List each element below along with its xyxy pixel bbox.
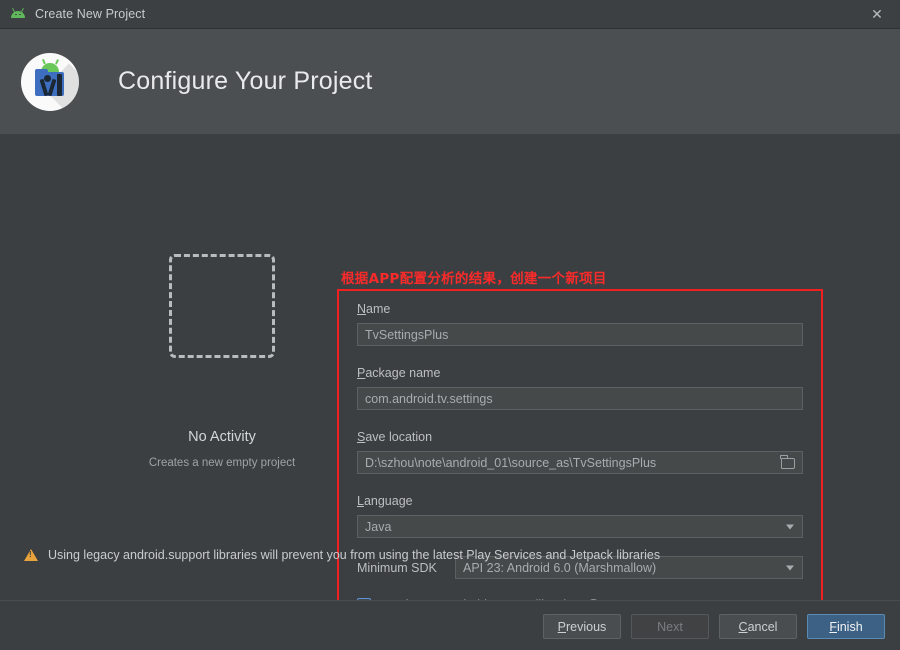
dialog-footer: Previous Next Cancel Finish	[0, 600, 900, 650]
dialog-body: No Activity Creates a new empty project …	[0, 134, 900, 641]
create-new-project-dialog: Create New Project ✕ Configure Your Proj…	[0, 0, 900, 650]
name-input[interactable]: TvSettingsPlus	[357, 323, 803, 346]
language-value: Java	[365, 519, 392, 534]
warning-text: Using legacy android.support libraries w…	[48, 548, 661, 562]
package-name-value: com.android.tv.settings	[365, 391, 493, 406]
minimum-sdk-value: API 23: Android 6.0 (Marshmallow)	[463, 560, 657, 575]
annotation-text: 根据APP配置分析的结果，创建一个新项目	[341, 271, 607, 287]
template-description: Creates a new empty project	[148, 457, 296, 469]
button-bar: Previous Next Cancel Finish	[543, 614, 885, 639]
next-button[interactable]: Next	[631, 614, 709, 639]
activity-template-preview[interactable]: No Activity Creates a new empty project	[92, 254, 352, 469]
chevron-down-icon	[786, 524, 794, 529]
save-location-input[interactable]: D:\szhou\note\android_01\source_as\TvSet…	[357, 451, 803, 474]
minimum-sdk-label: Minimum SDK	[357, 560, 437, 575]
previous-button[interactable]: Previous	[543, 614, 621, 639]
package-name-label: Package name	[357, 366, 441, 380]
package-name-input[interactable]: com.android.tv.settings	[357, 387, 803, 410]
dialog-header: Configure Your Project	[0, 29, 900, 134]
template-name: No Activity	[188, 429, 256, 445]
close-icon[interactable]: ✕	[854, 0, 900, 28]
page-title: Configure Your Project	[118, 67, 373, 95]
warning-message: Using legacy android.support libraries w…	[24, 548, 660, 562]
window-titlebar: Create New Project ✕	[0, 0, 900, 29]
folder-icon[interactable]	[774, 453, 801, 474]
android-icon	[10, 6, 26, 22]
save-location-value: D:\szhou\note\android_01\source_as\TvSet…	[365, 455, 657, 470]
cancel-button[interactable]: Cancel	[719, 614, 797, 639]
chevron-down-icon	[786, 565, 794, 570]
name-label: Name	[357, 302, 391, 316]
save-location-label: Save location	[357, 430, 433, 444]
project-config-form: Name TvSettingsPlus Package name com.and…	[357, 302, 803, 637]
language-dropdown[interactable]: Java	[357, 515, 803, 538]
no-activity-thumbnail-icon	[169, 254, 275, 358]
android-studio-logo	[21, 52, 79, 111]
name-value: TvSettingsPlus	[365, 327, 449, 342]
finish-button[interactable]: Finish	[807, 614, 885, 639]
window-title: Create New Project	[35, 7, 146, 21]
warning-triangle-icon	[24, 549, 38, 561]
language-label: Language	[357, 494, 413, 508]
